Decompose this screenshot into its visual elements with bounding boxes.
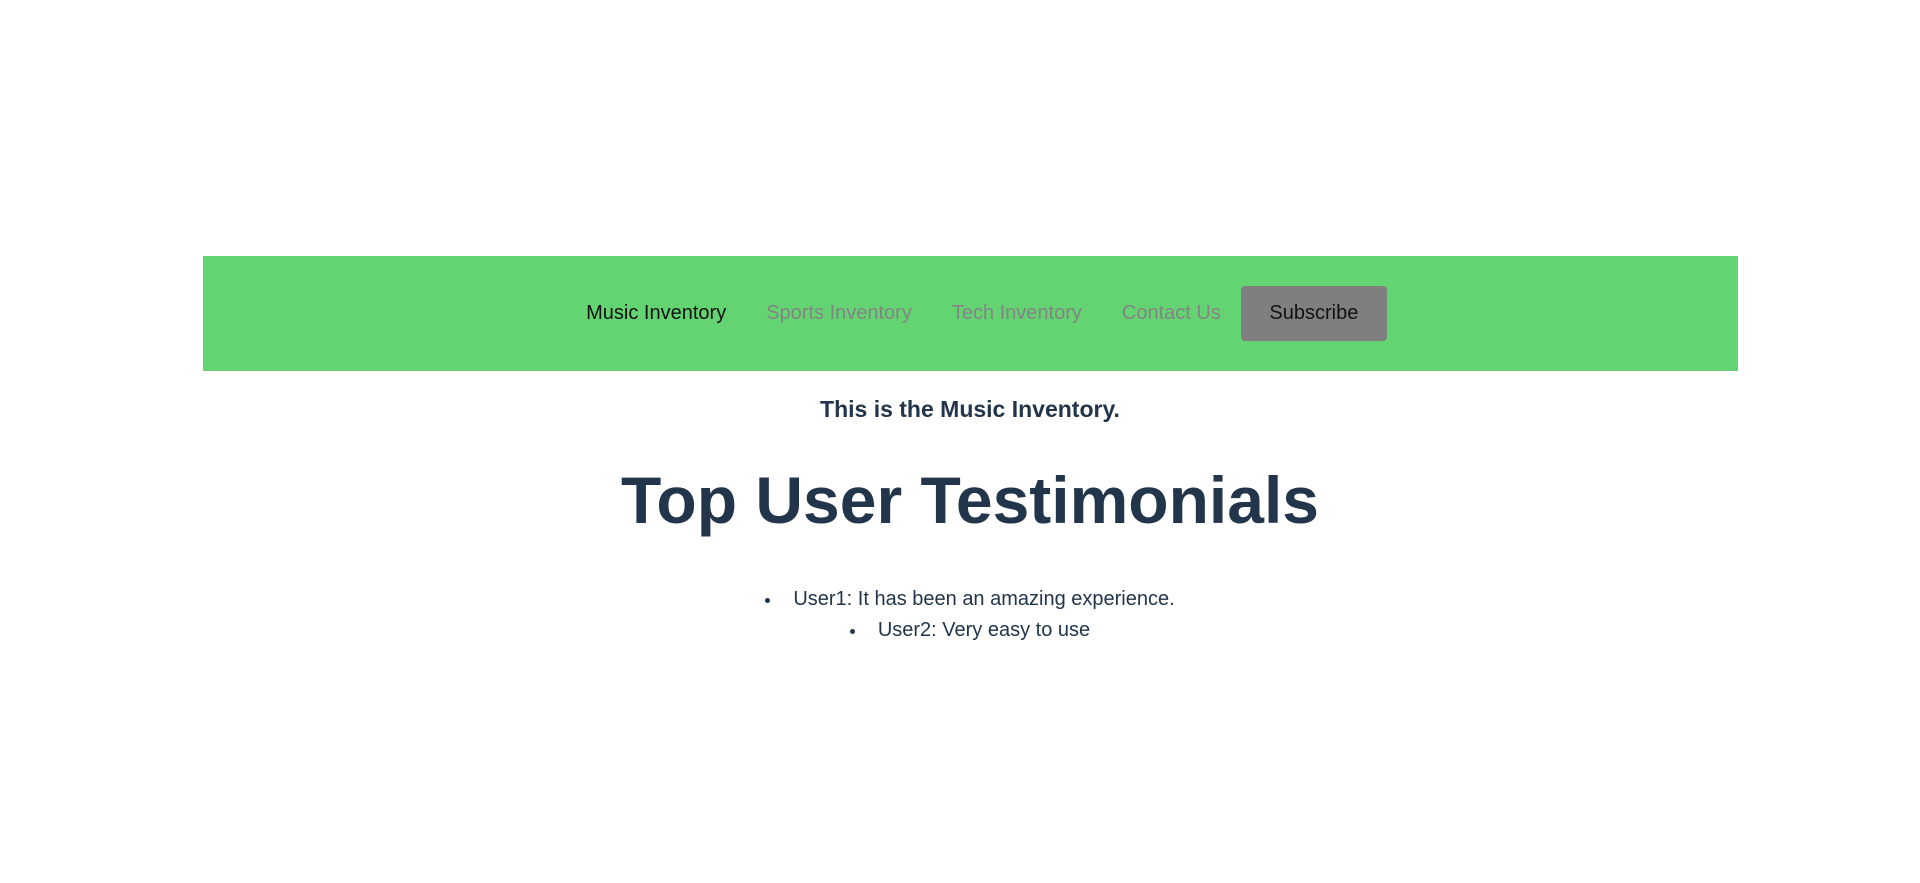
nav-link-contact-us[interactable]: Contact Us [1122, 302, 1221, 325]
nav-link-sports-inventory[interactable]: Sports Inventory [766, 302, 912, 325]
nav-link-tech-inventory[interactable]: Tech Inventory [952, 302, 1082, 325]
nav-links: Music Inventory Sports Inventory Tech In… [566, 286, 1387, 341]
nav-link-music-inventory[interactable]: Music Inventory [586, 302, 726, 325]
list-item: User1: It has been an amazing experience… [0, 584, 1920, 615]
testimonial-text: User1: It has been an amazing experience… [793, 588, 1175, 610]
list-item: User2: Very easy to use [0, 615, 1920, 646]
subscribe-button[interactable]: Subscribe [1240, 286, 1387, 341]
testimonial-list: User1: It has been an amazing experience… [0, 584, 1920, 646]
testimonial-text: User2: Very easy to use [877, 619, 1091, 641]
page: Music Inventory Sports Inventory Tech In… [0, 0, 1920, 883]
navbar: Music Inventory Sports Inventory Tech In… [203, 256, 1738, 371]
intro-text: This is the Music Inventory. [820, 396, 1120, 422]
page-title: Top User Testimonials [620, 463, 1320, 537]
